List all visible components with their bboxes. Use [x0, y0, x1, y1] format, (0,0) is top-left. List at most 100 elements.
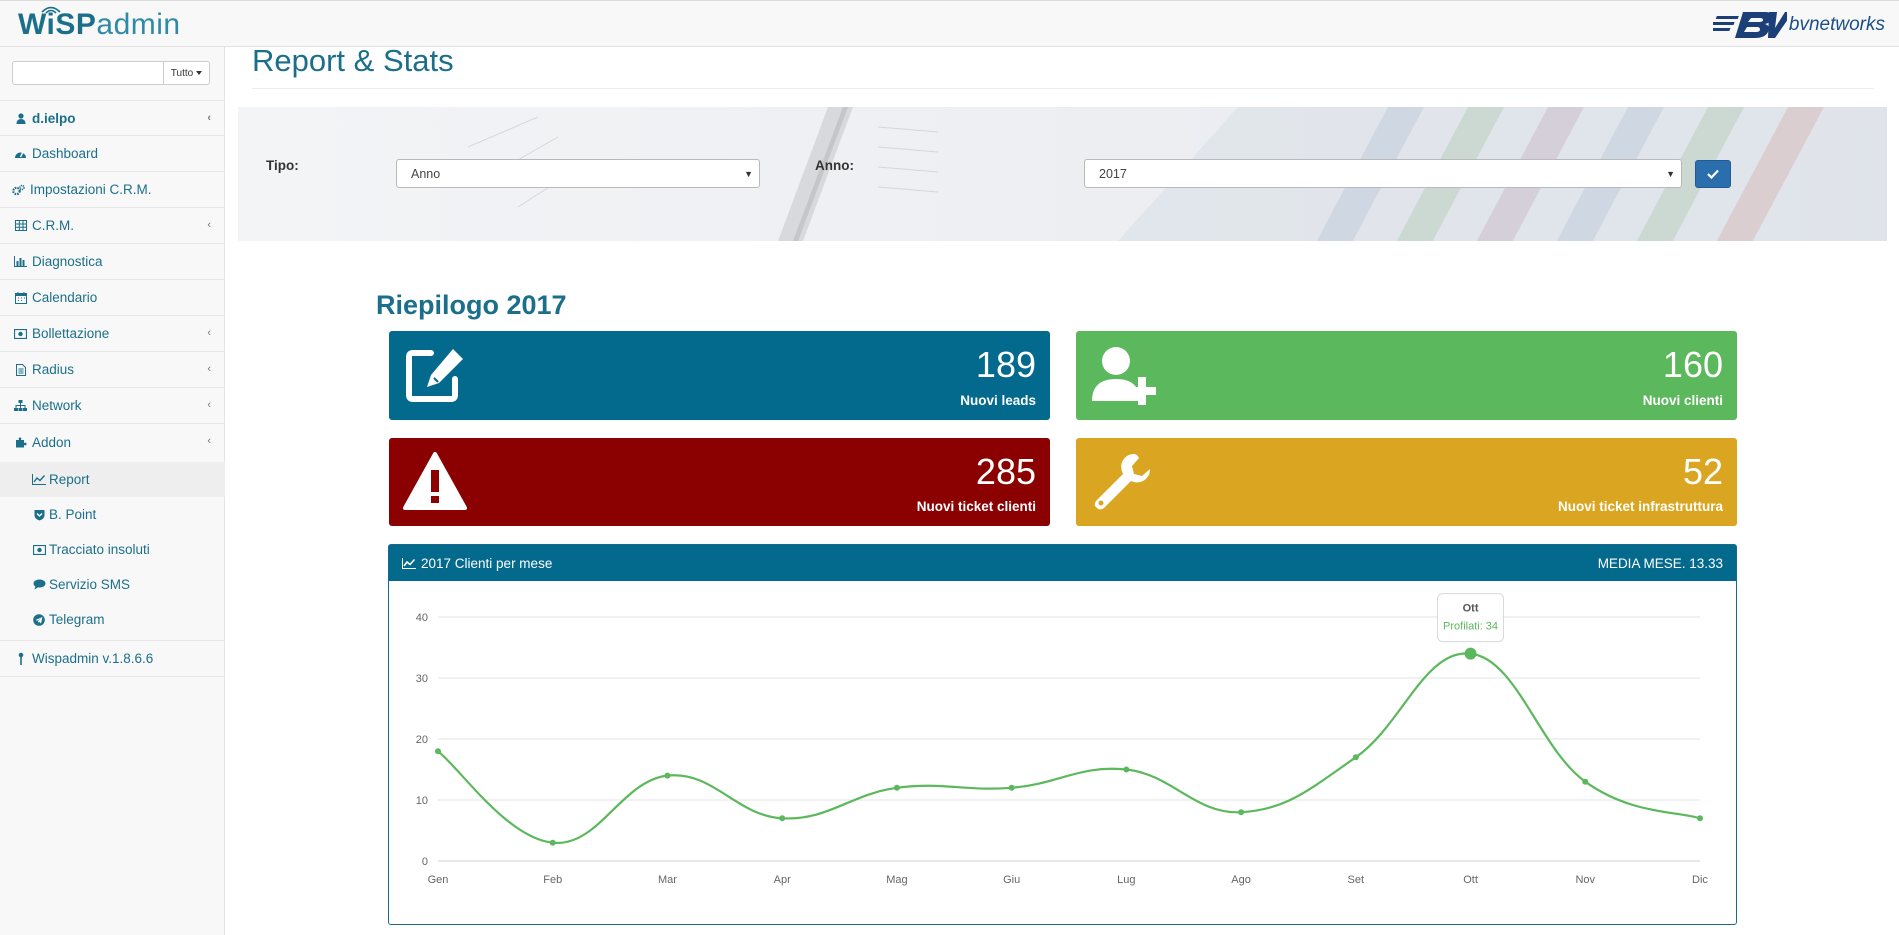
bv-logo-icon [1712, 12, 1787, 38]
sidebar: Tutto d.ielpo ‹ Dashboard Impostazioni C… [0, 47, 225, 935]
cogs-icon [12, 183, 25, 196]
x-tick-label: Mag [886, 874, 907, 886]
y-tick-label: 20 [416, 734, 428, 746]
title-divider [252, 88, 1874, 89]
telegram-icon [32, 613, 46, 626]
series-line [437, 652, 1701, 844]
chart-title-text: 2017 Clienti per mese [421, 555, 553, 571]
data-point[interactable] [1697, 815, 1703, 822]
sidebar-item-crm[interactable]: C.R.M. ‹ [0, 208, 225, 244]
sidebar-item-label: Network [32, 398, 82, 413]
data-point[interactable] [664, 772, 671, 779]
sidebar-item-label: Radius [32, 362, 75, 377]
bvnetworks-logo: bvnetworks [1712, 9, 1885, 41]
data-point[interactable] [1238, 809, 1245, 816]
sidebar-subitem-servizio-sms[interactable]: Servizio SMS [0, 567, 225, 602]
sidebar-item-label: Impostazioni C.R.M. [30, 182, 152, 197]
data-point[interactable] [893, 784, 900, 791]
tipo-select[interactable]: Anno ▼ [396, 159, 760, 188]
sidebar-item-version[interactable]: Wispadmin v.1.8.6.6 [0, 641, 225, 677]
chevron-left-icon: ‹ [207, 219, 211, 231]
data-point[interactable] [435, 748, 441, 755]
calendar-icon [14, 291, 27, 304]
puzzle-icon [14, 436, 27, 449]
brand-name: bvnetworks [1788, 14, 1885, 35]
stat-label: Nuovi clienti [1642, 393, 1723, 408]
wifi-icon [41, 6, 61, 14]
y-tick-label: 40 [416, 612, 428, 624]
data-point[interactable] [1582, 778, 1589, 785]
edit-icon [406, 349, 463, 402]
sidebar-subitem-label: Report [49, 472, 90, 487]
stat-card-leads: 189 Nuovi leads [389, 331, 1050, 420]
sidebar-item-calendario[interactable]: Calendario [0, 280, 225, 316]
chevron-left-icon: ‹ [207, 363, 211, 375]
comments-icon [32, 578, 46, 591]
sidebar-subitem-tracciato-insoluti[interactable]: Tracciato insoluti [0, 532, 225, 567]
page-title: Report & Stats [252, 43, 454, 78]
chart-panel-header: 2017 Clienti per mese MEDIA MESE. 13.33 [389, 545, 1736, 581]
chart-average: MEDIA MESE. 13.33 [1597, 555, 1723, 571]
summary-title: Riepilogo 2017 [376, 290, 567, 320]
sidebar-item-network[interactable]: Network ‹ [0, 388, 225, 424]
x-tick-label: Apr [774, 874, 791, 886]
antenna-icon [14, 652, 27, 665]
anno-select[interactable]: 2017 ▼ [1084, 159, 1682, 188]
data-point[interactable] [1464, 647, 1477, 660]
tipo-select-value: Anno [411, 166, 441, 181]
filter-panel: Tipo: Anno ▼ Anno: 2017 ▼ [238, 107, 1887, 241]
tooltip-value: Profilati: 34 [1443, 621, 1498, 633]
stat-card-ticket-clienti: 285 Nuovi ticket clienti [389, 438, 1050, 526]
data-point[interactable] [779, 815, 786, 822]
stat-value: 52 [1682, 451, 1723, 492]
chart-panel: 2017 Clienti per mese MEDIA MESE. 13.33 … [388, 544, 1737, 925]
x-tick-label: Feb [543, 874, 562, 886]
tooltip-title: Ott [1463, 603, 1479, 615]
search-input[interactable] [12, 61, 164, 85]
y-tick-label: 30 [416, 673, 428, 685]
sidebar-menu: d.ielpo ‹ Dashboard Impostazioni C.R.M. … [0, 100, 225, 677]
wispadmin-logo[interactable]: WiSPadmin [18, 6, 181, 43]
sidebar-item-dashboard[interactable]: Dashboard [0, 136, 225, 172]
logo-admin-text: admin [96, 8, 181, 41]
sidebar-item-user[interactable]: d.ielpo ‹ [0, 100, 225, 136]
chart-tooltip [1437, 593, 1505, 643]
y-tick-label: 0 [422, 856, 428, 868]
sidebar-subitem-label: Servizio SMS [49, 577, 131, 592]
sidebar-item-diagnostica[interactable]: Diagnostica [0, 244, 225, 280]
user-icon [14, 112, 27, 125]
line-chart-icon [32, 473, 46, 486]
chevron-down-icon [196, 71, 203, 75]
x-tick-label: Giu [1003, 874, 1020, 886]
sidebar-item-impostazioni-crm[interactable]: Impostazioni C.R.M. [0, 172, 225, 208]
stat-value: 285 [975, 451, 1036, 492]
x-tick-label: Mar [658, 874, 677, 886]
sidebar-subitem-label: Telegram [49, 612, 105, 627]
sidebar-item-bollettazione[interactable]: Bollettazione ‹ [0, 316, 225, 352]
data-point[interactable] [1008, 784, 1015, 791]
data-point[interactable] [549, 839, 556, 846]
dashboard-icon [14, 147, 27, 160]
sidebar-item-label: Calendario [32, 290, 98, 305]
table-icon [14, 219, 27, 232]
line-chart[interactable]: 0 10 20 30 40 Gen Feb Mar Apr Mag Giu Lug Ago Set Ott N… [389, 581, 1736, 924]
sidebar-subitem-report[interactable]: Report [0, 462, 225, 497]
chevron-left-icon: ‹ [207, 327, 211, 339]
data-point[interactable] [1352, 754, 1359, 761]
chevron-down-icon: ▼ [1666, 169, 1675, 179]
x-tick-label: Ago [1231, 874, 1251, 886]
x-tick-label: Set [1348, 874, 1365, 886]
sidebar-item-addon[interactable]: Addon ‹ [0, 424, 225, 460]
search-scope-select[interactable]: Tutto [164, 61, 210, 85]
x-tick-label: Ott [1463, 874, 1478, 886]
sidebar-subitem-telegram[interactable]: Telegram [0, 602, 225, 637]
sidebar-item-label: Dashboard [32, 146, 99, 161]
data-point[interactable] [1123, 766, 1130, 773]
sidebar-subitem-b-point[interactable]: B. Point [0, 497, 225, 532]
apply-filter-button[interactable] [1695, 160, 1731, 188]
line-chart-icon [402, 557, 416, 569]
sidebar-item-label: Wispadmin v.1.8.6.6 [32, 651, 154, 666]
chevron-left-icon: ‹ [207, 112, 211, 124]
sidebar-item-radius[interactable]: Radius ‹ [0, 352, 225, 388]
tipo-label: Tipo: [266, 158, 299, 173]
